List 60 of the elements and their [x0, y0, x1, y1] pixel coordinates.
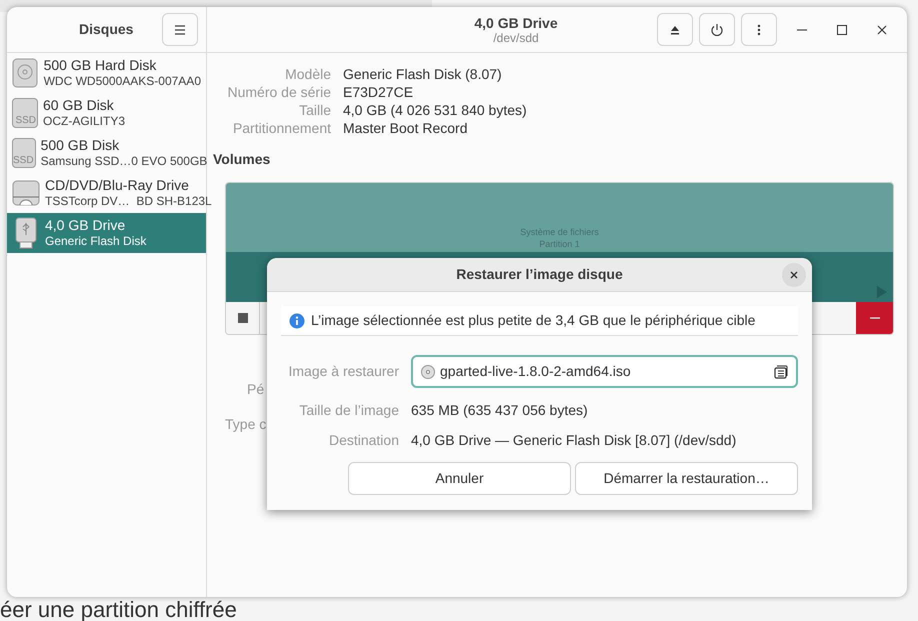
ssd-label: SSD: [13, 155, 35, 167]
drive-model: Generic Flash Disk: [45, 234, 146, 249]
drive-name: 500 GB Hard Disk: [44, 57, 158, 74]
field-value: 4,0 GB Drive — Generic Flash Disk [8.07] (/dev/sdd): [411, 430, 736, 450]
menu-icon: [174, 24, 186, 34]
ssd-label: SSD: [15, 115, 37, 127]
menu-button[interactable]: [162, 13, 198, 46]
eject-icon: [670, 24, 680, 34]
drive-list-item[interactable]: SSD 60 GB Disk OCZ-AGILITY3: [7, 93, 206, 133]
close-icon: [790, 271, 798, 279]
detail-label: Modèle: [284, 65, 331, 83]
drive-list-item[interactable]: SSD 500 GB Disk Samsung SSD…0 EVO 500GB: [7, 133, 206, 173]
drive-model: TSSTcorp DV… BD SH-B123L: [45, 194, 212, 209]
volumes-heading: Volumes: [213, 150, 272, 169]
close-icon: [877, 24, 887, 34]
detail-value: Master Boot Record: [343, 119, 468, 137]
power-icon: [710, 22, 724, 36]
detail-value: Generic Flash Disk (8.07): [343, 65, 503, 83]
start-restore-button[interactable]: Démarrer la restauration…: [575, 462, 798, 495]
file-name: gparted-live-1.8.0-2-amd64.iso: [440, 362, 631, 381]
field-label: Image à restaurer: [288, 362, 399, 381]
drive-model: OCZ-AGILITY3: [43, 114, 126, 129]
power-button[interactable]: [699, 13, 735, 46]
minimize-icon: [797, 28, 807, 30]
window-title: 4,0 GB Drive: [474, 14, 558, 30]
drive-name: CD/DVD/Blu-Ray Drive: [45, 177, 190, 194]
optical-drive-icon: [12, 178, 40, 208]
drive-name: 500 GB Disk: [40, 137, 120, 154]
eject-button[interactable]: [657, 13, 693, 46]
drive-name: 60 GB Disk: [43, 97, 115, 114]
drive-name: 4,0 GB Drive: [45, 217, 126, 234]
stop-icon: [238, 313, 248, 323]
info-message: L’image sélectionnée est plus petite de 3,4 GB que le périphérique cible: [311, 311, 756, 330]
drive-list-item[interactable]: 4,0 GB Drive Generic Flash Disk: [7, 213, 206, 253]
sidebar-title: Disques: [79, 20, 134, 39]
detail-label: Numéro de série: [226, 83, 331, 101]
field-value: 635 MB (635 437 056 bytes): [411, 400, 588, 420]
dialog-close-button[interactable]: [782, 263, 806, 287]
detail-label: Partitionnement: [232, 119, 331, 137]
field-label: Pé: [247, 380, 264, 399]
file-browse-icon[interactable]: [774, 364, 788, 378]
dialog-title: Restaurer l’image disque: [456, 265, 623, 284]
field-label: Destination: [328, 430, 399, 450]
disc-icon: [421, 364, 435, 378]
field-label: Taille de l’image: [298, 400, 399, 420]
maximize-icon: [837, 24, 847, 34]
info-icon: [289, 312, 305, 328]
more-options-icon: [757, 24, 761, 36]
minus-icon: [870, 317, 880, 319]
image-file-field[interactable]: gparted-live-1.8.0-2-amd64.iso: [411, 355, 798, 388]
field-label: Type c: [225, 415, 266, 434]
drive-model: WDC WD5000AAKS-007AA0: [44, 74, 201, 89]
window-subtitle: /dev/sdd: [493, 30, 539, 44]
usb-drive-icon: [15, 217, 37, 249]
detail-label: Taille: [298, 101, 331, 119]
cancel-button[interactable]: Annuler: [348, 462, 571, 495]
detail-value: 4,0 GB (4 026 531 840 bytes): [343, 101, 528, 119]
drive-model: Samsung SSD…0 EVO 500GB: [40, 154, 208, 169]
detail-value: E73D27CE: [343, 83, 414, 101]
drive-list-item[interactable]: 500 GB Hard Disk WDC WD5000AAKS-007AA0: [7, 53, 206, 93]
